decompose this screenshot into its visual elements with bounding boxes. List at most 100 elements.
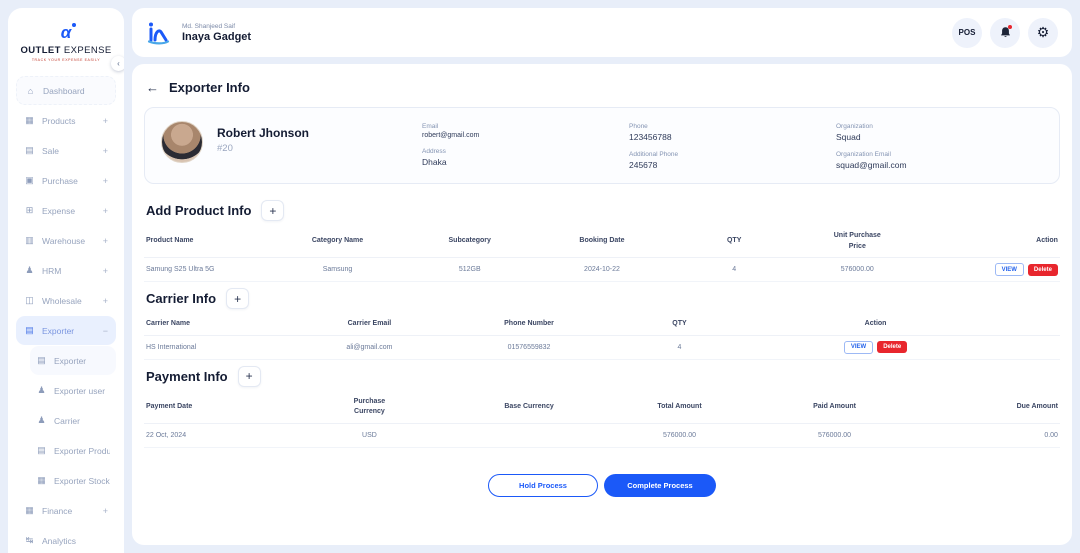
column-header: Booking Date xyxy=(579,237,625,245)
expand-plus-icon[interactable]: + xyxy=(103,236,108,246)
sidebar-item-warehouse[interactable]: ▥ Warehouse + xyxy=(16,226,116,255)
carrier-email-cell: ali@gmail.com xyxy=(346,343,393,351)
stock-icon: ▦ xyxy=(37,475,46,485)
sidebar-item-wholesale[interactable]: ◫ Wholesale + xyxy=(16,286,116,315)
sidebar-item-analytics[interactable]: ↹ Analytics xyxy=(16,526,116,553)
brand-title-bold: OUTLET xyxy=(20,45,61,56)
brand-tagline: TRACK YOUR EXPENSE EASILY xyxy=(31,58,101,62)
payment-table-row: 22 Oct, 2024 USD 576000.00 576000.00 0.0… xyxy=(144,424,1060,448)
settings-button[interactable]: ⚙ xyxy=(1028,17,1058,48)
sidebar-subitem-exporter-stock[interactable]: ▦ Exporter Stock xyxy=(30,466,116,495)
sidebar-subitem-carrier[interactable]: ♟ Carrier xyxy=(30,406,116,435)
exporter-identity: Robert Jhonson #20 xyxy=(217,121,422,170)
sidebar-collapse-button[interactable]: ‹ xyxy=(111,56,124,71)
sidebar-item-label: Warehouse xyxy=(42,235,86,246)
sidebar-item-label: Exporter xyxy=(42,325,75,336)
topbar-actions: POS ⚙ xyxy=(952,17,1058,48)
column-header: Total Amount xyxy=(657,402,702,410)
sidebar-item-finance[interactable]: ▦ Finance + xyxy=(16,496,116,525)
carrier-section-title: Carrier Info xyxy=(146,291,217,306)
column-header: Action xyxy=(1036,237,1058,245)
sidebar-item-label: Purchase xyxy=(42,175,78,186)
column-header: Phone Number xyxy=(504,320,554,327)
product-section-title: Add Product Info xyxy=(146,203,252,218)
add-product-button[interactable]: + xyxy=(261,200,285,221)
delete-product-button[interactable]: Delete xyxy=(1027,263,1058,276)
collapse-minus-icon[interactable]: − xyxy=(103,326,108,336)
column-header: Category Name xyxy=(311,237,364,245)
exporter-id: #20 xyxy=(217,143,233,154)
exporter-details-col3: Organization Squad Organization Email sq… xyxy=(836,121,1043,170)
page-title: Exporter Info xyxy=(169,80,250,95)
gear-icon: ⚙ xyxy=(1036,24,1050,40)
column-header: Base Currency xyxy=(504,402,554,410)
sidebar-item-expense[interactable]: ⊞ Expense + xyxy=(16,196,116,225)
field-label: Additional Phone xyxy=(629,151,679,158)
field-label: Organization Email xyxy=(836,151,891,158)
column-header: Payment Date xyxy=(146,402,193,410)
sidebar-subitem-exporter[interactable]: ▤ Exporter xyxy=(30,346,116,375)
process-actions: Hold Process Complete Process xyxy=(144,473,1060,497)
expand-plus-icon[interactable]: + xyxy=(103,116,108,126)
warehouse-icon: ▥ xyxy=(25,235,34,245)
unit-price-cell: 576000.00 xyxy=(840,266,874,273)
user-icon: ♟ xyxy=(37,415,46,425)
delete-carrier-button[interactable]: Delete xyxy=(877,341,908,353)
view-carrier-button[interactable]: VIEW xyxy=(843,340,874,354)
complete-process-button[interactable]: Complete Process xyxy=(604,473,716,497)
view-product-button[interactable]: VIEW xyxy=(994,263,1024,276)
pos-button[interactable]: POS xyxy=(952,17,982,48)
sidebar-item-label: Sale xyxy=(42,145,60,156)
exporter-icon: ▤ xyxy=(25,325,34,335)
booking-date-cell: 2024-10-22 xyxy=(584,266,620,273)
product-actions-cell: VIEW Delete xyxy=(921,263,1058,276)
add-payment-button[interactable]: + xyxy=(237,365,261,387)
hold-process-button[interactable]: Hold Process xyxy=(488,473,598,497)
carrier-actions-cell: VIEW Delete xyxy=(766,340,985,354)
owner-name: Md. Shanjeed Saif xyxy=(182,22,236,30)
finance-icon: ▦ xyxy=(25,505,34,515)
sidebar-subitem-exporter-user[interactable]: ♟ Exporter user xyxy=(30,376,116,405)
sidebar-subitem-exporter-product[interactable]: ▤ Exporter Product xyxy=(30,436,116,465)
sidebar-item-label: Carrier xyxy=(54,415,80,426)
back-arrow-icon[interactable]: ← xyxy=(146,80,159,95)
expand-plus-icon[interactable]: + xyxy=(103,146,108,156)
shop-logo-icon xyxy=(147,22,170,44)
column-header: Carrier Email xyxy=(347,320,392,327)
purchase-currency-cell: USD xyxy=(362,431,377,439)
notifications-button[interactable] xyxy=(990,17,1020,48)
carrier-table-row: HS International ali@gmail.com 015765598… xyxy=(144,336,1060,360)
brand-title: OUTLET EXPENSE xyxy=(16,45,116,56)
sidebar-item-label: Expense xyxy=(42,205,76,216)
carrier-table-header: Carrier Name Carrier Email Phone Number … xyxy=(144,319,1060,336)
payment-date-cell: 22 Oct, 2024 xyxy=(146,431,187,439)
product-section-header: Add Product Info + xyxy=(146,200,1060,221)
exporter-details: Email robert@gmail.com Address Dhaka Pho… xyxy=(422,121,1043,170)
column-header: Subcategory xyxy=(448,237,491,245)
exporter-email: robert@gmail.com xyxy=(422,132,480,139)
expand-plus-icon[interactable]: + xyxy=(103,506,108,516)
sidebar-item-label: HRM xyxy=(42,265,62,276)
sidebar-item-dashboard[interactable]: ⌂ Dashboard xyxy=(16,76,116,105)
brand-logo-icon: α xyxy=(60,23,76,42)
payment-section-title: Payment Info xyxy=(146,368,228,384)
sidebar-item-exporter[interactable]: ▤ Exporter − xyxy=(16,316,116,345)
subcategory-cell: 512GB xyxy=(458,266,481,273)
sidebar-item-purchase[interactable]: ▣ Purchase + xyxy=(16,166,116,195)
app-root: α OUTLET EXPENSE TRACK YOUR EXPENSE EASI… xyxy=(0,0,1080,553)
expand-plus-icon[interactable]: + xyxy=(103,266,108,276)
user-icon: ♟ xyxy=(37,385,46,395)
sidebar-item-hrm[interactable]: ♟ HRM + xyxy=(16,256,116,285)
column-header: Carrier Name xyxy=(146,320,190,327)
column-header: Product Name xyxy=(146,237,194,245)
expand-plus-icon[interactable]: + xyxy=(103,206,108,216)
add-carrier-button[interactable]: + xyxy=(226,288,250,309)
sale-icon: ▤ xyxy=(25,145,34,155)
expand-plus-icon[interactable]: + xyxy=(103,296,108,306)
analytics-icon: ↹ xyxy=(25,535,34,545)
exporter-profile-card: Robert Jhonson #20 Email robert@gmail.co… xyxy=(144,107,1060,184)
sidebar-item-sale[interactable]: ▤ Sale + xyxy=(16,136,116,165)
expand-plus-icon[interactable]: + xyxy=(103,176,108,186)
sidebar-item-products[interactable]: ▦ Products + xyxy=(16,106,116,135)
sidebar-item-label: Exporter user xyxy=(54,385,106,396)
